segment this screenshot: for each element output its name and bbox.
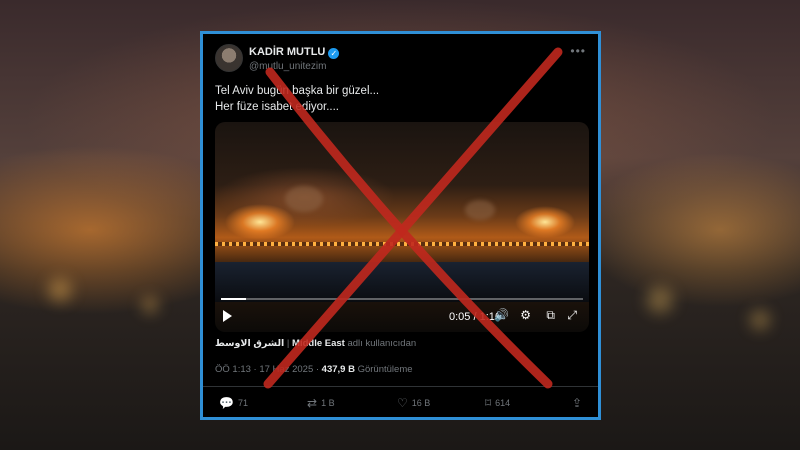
display-name[interactable]: KADİR MUTLU ✓ (249, 46, 340, 59)
verified-badge-icon: ✓ (328, 48, 340, 59)
smoke-plume (465, 200, 495, 220)
video-progress-bar[interactable] (221, 298, 583, 300)
view-label: Görüntüleme (354, 364, 413, 375)
play-icon[interactable] (223, 310, 232, 322)
divider (203, 386, 598, 387)
volume-icon[interactable]: 🔊 (494, 308, 509, 322)
video-controls: 0:05 / 1:16 🔊 ⚙ ⧉ ⤢ (223, 308, 581, 326)
repost-count: 1 B (321, 398, 335, 408)
tweet-text: Tel Aviv bugün başka bir güzel... Her fü… (215, 83, 379, 115)
repost-icon: ⇄ (307, 396, 318, 410)
tweet-card: KADİR MUTLU ✓ @mutlu_unitezim ••• Tel Avi… (200, 31, 601, 420)
view-count: 437,9 B (321, 364, 355, 375)
source-name[interactable]: Middle East (292, 338, 345, 349)
bookmark-icon: ⌑ (485, 396, 492, 410)
settings-gear-icon[interactable]: ⚙ (520, 308, 531, 322)
action-bar: 💬 71 ⇄ 1 B ♡ 16 B ⌑ 614 ⇪ (215, 396, 586, 412)
avatar[interactable] (215, 44, 243, 72)
tweet-text-line1: Tel Aviv bugün başka bir güzel... (215, 85, 380, 97)
source-suffix: adlı kullanıcıdan (344, 338, 417, 349)
bookmark-button[interactable]: ⌑ 614 (485, 396, 510, 410)
bookmark-count: 614 (495, 398, 511, 408)
reply-icon: 💬 (219, 396, 234, 410)
river-water (215, 262, 589, 302)
display-name-text: KADİR MUTLU (249, 46, 326, 58)
tweet-header: KADİR MUTLU ✓ @mutlu_unitezim ••• (215, 44, 586, 78)
picture-in-picture-icon[interactable]: ⧉ (546, 308, 555, 323)
reply-button[interactable]: 💬 71 (219, 396, 248, 410)
video-player[interactable]: 0:05 / 1:16 🔊 ⚙ ⧉ ⤢ (215, 122, 589, 332)
source-arabic[interactable]: الشرق الاوسط (215, 338, 284, 349)
smoke-plume (285, 186, 323, 212)
heart-icon: ♡ (397, 396, 408, 410)
tweet-meta: ÖÖ 1:13 · 17 Haz 2025 · 437,9 B Görüntül… (215, 364, 413, 375)
tweet-text-line2: Her füze isabet ediyor.... (215, 101, 340, 113)
like-count: 16 B (411, 398, 431, 408)
like-button[interactable]: ♡ 16 B (397, 396, 430, 410)
repost-button[interactable]: ⇄ 1 B (307, 396, 335, 410)
tweet-datetime[interactable]: ÖÖ 1:13 · 17 Haz 2025 · (215, 364, 322, 375)
source-attribution: الشرق الاوسط | Middle East adlı kullanıc… (215, 338, 416, 349)
share-icon: ⇪ (571, 396, 582, 410)
fullscreen-icon[interactable]: ⤢ (567, 308, 577, 323)
source-separator: | (284, 338, 293, 349)
share-button[interactable]: ⇪ (572, 396, 582, 410)
video-progress-fill (221, 298, 247, 300)
more-dots-icon[interactable]: ••• (570, 44, 586, 58)
user-handle[interactable]: @mutlu_unitezim (249, 61, 326, 72)
city-lights (215, 242, 589, 246)
reply-count: 71 (237, 398, 248, 408)
